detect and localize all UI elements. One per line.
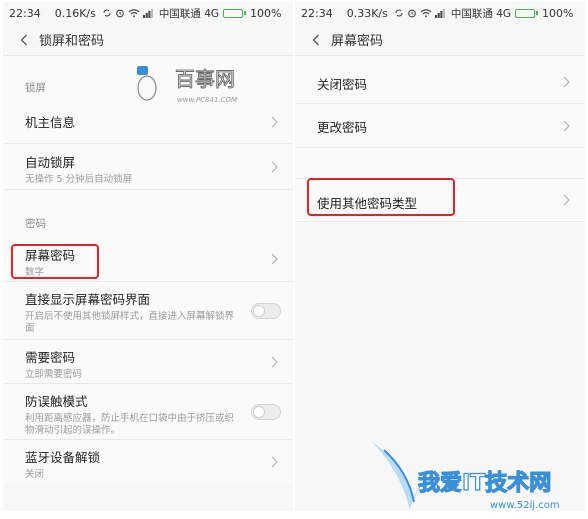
show-password-screen-item: 直接显示屏幕密码界面 开启后不使用其他锁屏样式，直接进入屏幕解锁界面	[3, 282, 293, 340]
screen-password-subtitle: 数字	[25, 267, 45, 278]
auto-lock-item[interactable]: 自动锁屏 无操作 5 分钟后自动锁屏	[3, 144, 293, 190]
show-password-screen-subtitle: 开启后不使用其他锁屏样式，直接进入屏幕解锁界面	[25, 311, 235, 335]
back-button[interactable]	[15, 31, 33, 49]
network-speed: 0.16K/s	[54, 6, 96, 20]
show-password-screen-label: 直接显示屏幕密码界面	[25, 292, 151, 307]
title-bar: 屏幕密码	[295, 24, 585, 56]
auto-lock-subtitle: 无操作 5 分钟后自动锁屏	[25, 174, 133, 185]
carrier-label: 中国联通 4G	[450, 7, 512, 20]
page-title: 屏幕密码	[331, 34, 384, 49]
chevron-right-icon	[271, 253, 278, 264]
change-password-item[interactable]: 更改密码	[295, 104, 585, 148]
watermark-logo-bottom: 我爱IT技术网 www.52ij.com	[372, 442, 560, 511]
password-options-list: 关闭密码 更改密码 使用其他密码类型	[295, 56, 585, 222]
watermark-top-text: 百事网	[175, 67, 235, 91]
bluetooth-unlock-item[interactable]: 蓝牙设备解锁 关闭	[3, 440, 293, 484]
chevron-right-icon	[563, 120, 570, 131]
signal-icon	[142, 9, 153, 18]
anti-mistouch-subtitle: 利用距离感应器，防止手机在口袋中由于挤压或织物滑动引起的误操作。	[25, 413, 235, 437]
chevron-right-icon	[271, 161, 278, 172]
require-password-item[interactable]: 需要密码 立即需要密码	[3, 340, 293, 384]
section-header-password: 密码	[25, 218, 46, 230]
require-password-subtitle: 立即需要密码	[25, 369, 83, 380]
require-password-label: 需要密码	[25, 350, 76, 365]
back-button[interactable]	[307, 31, 325, 49]
watermark-top-url: www.PC841.COM	[177, 96, 237, 104]
owner-info-label: 机主信息	[25, 115, 76, 130]
right-screen: 22:34 0.33K/s 中国联通 4G 100% 屏幕密码 关闭密码 更改密…	[295, 2, 585, 511]
turn-off-password-item[interactable]: 关闭密码	[295, 60, 585, 104]
bluetooth-unlock-label: 蓝牙设备解锁	[25, 450, 101, 465]
title-bar: 锁屏和密码	[3, 24, 293, 56]
alarm-icon	[116, 9, 124, 18]
anti-mistouch-item: 防误触模式 利用距离感应器，防止手机在口袋中由于挤压或织物滑动引起的误操作。	[3, 384, 293, 440]
watermark-bottom-text: 我爱IT技术网	[418, 471, 551, 496]
anti-mistouch-label: 防误触模式	[25, 394, 88, 409]
wifi-icon	[128, 9, 140, 18]
screen-password-label: 屏幕密码	[25, 248, 76, 263]
sync-icon	[395, 9, 403, 17]
status-icons	[394, 8, 445, 18]
battery-percent: 100%	[542, 6, 574, 20]
status-time: 22:34	[9, 6, 41, 20]
back-arrow-icon	[20, 34, 27, 45]
watermark-logo-top: 百事网 www.PC841.COM	[137, 66, 237, 104]
show-password-screen-toggle[interactable]	[251, 302, 281, 319]
battery-percent: 100%	[250, 6, 282, 20]
status-bar: 22:34 0.33K/s 中国联通 4G 100%	[295, 2, 585, 24]
sync-icon	[103, 9, 111, 17]
auto-lock-label: 自动锁屏	[25, 155, 76, 170]
alarm-icon	[408, 9, 416, 18]
watermark-bottom-url: www.52ij.com	[490, 500, 560, 511]
screen-password-item[interactable]: 屏幕密码 数字	[3, 236, 293, 282]
battery-icon	[223, 8, 247, 18]
settings-list: 锁屏 机主信息 自动锁屏 无操作 5 分钟后自动锁屏 密码 屏幕密码 数字 直接…	[3, 56, 293, 484]
battery-icon	[515, 8, 539, 18]
change-password-label: 更改密码	[317, 120, 368, 135]
signal-icon	[434, 9, 445, 18]
chevron-right-icon	[563, 194, 570, 206]
bluetooth-unlock-subtitle: 关闭	[25, 469, 45, 480]
other-password-type-label: 使用其他密码类型	[317, 196, 418, 211]
other-password-type-item[interactable]: 使用其他密码类型	[295, 178, 585, 222]
page-title: 锁屏和密码	[39, 34, 105, 49]
status-time: 22:34	[301, 6, 333, 20]
network-speed: 0.33K/s	[346, 6, 388, 20]
anti-mistouch-toggle[interactable]	[251, 403, 281, 420]
carrier-label: 中国联通 4G	[158, 7, 220, 20]
chevron-right-icon	[271, 356, 278, 367]
status-icons	[102, 8, 153, 18]
chevron-right-icon	[271, 456, 278, 468]
status-bar: 22:34 0.16K/s 中国联通 4G 100%	[3, 2, 293, 24]
back-arrow-icon	[312, 34, 319, 45]
chevron-right-icon	[563, 76, 570, 87]
turn-off-password-label: 关闭密码	[317, 77, 368, 92]
chevron-right-icon	[271, 116, 278, 127]
wifi-icon	[420, 9, 432, 18]
